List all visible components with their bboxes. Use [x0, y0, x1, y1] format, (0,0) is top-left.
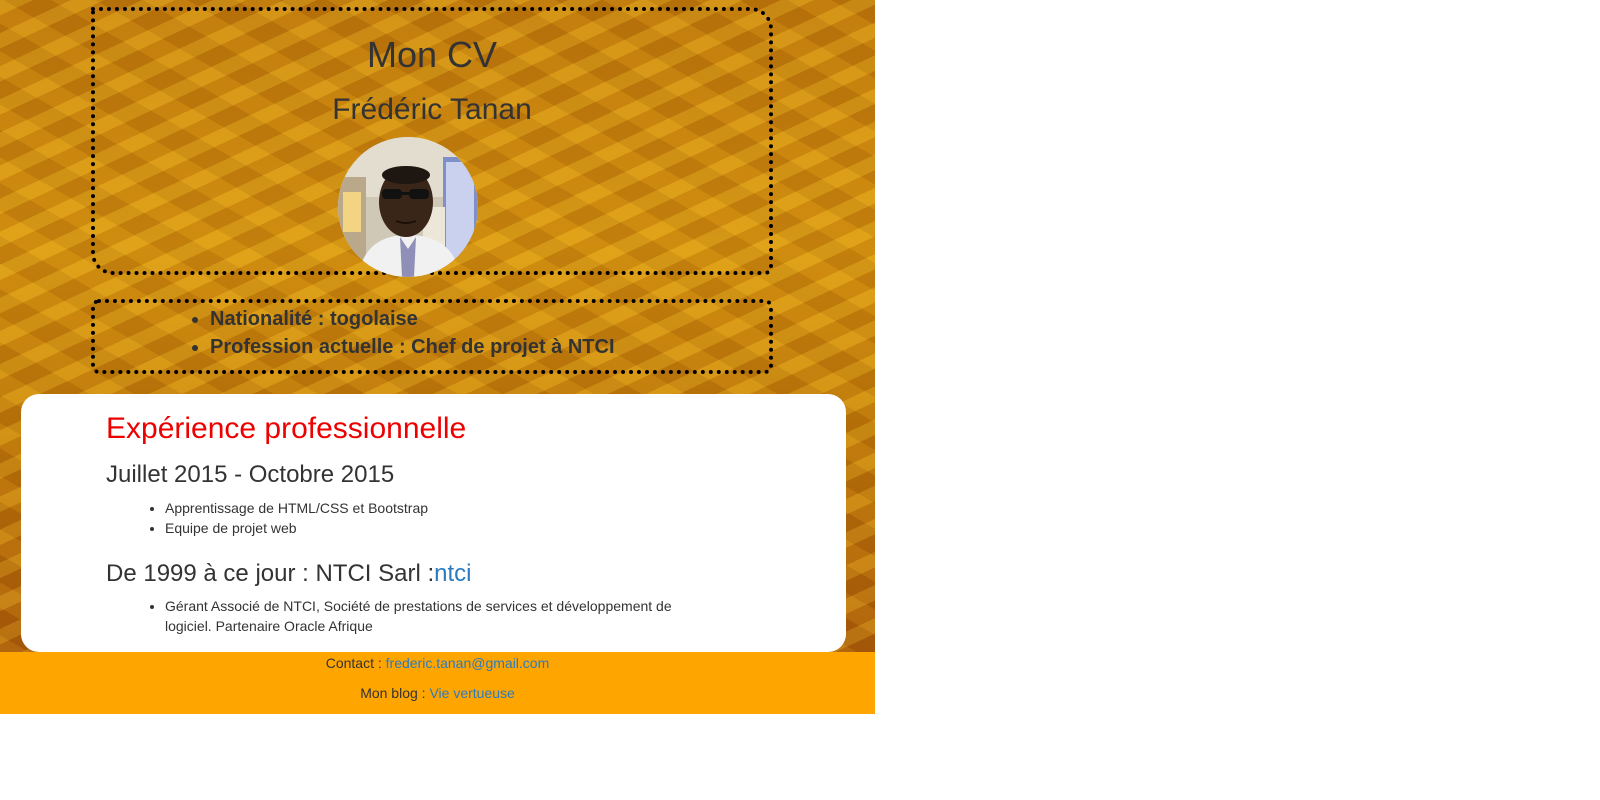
job-title-1-text: Juillet 2015 - Octobre 2015: [106, 461, 395, 488]
profession-item: Profession actuelle : Chef de projet à N…: [210, 333, 615, 361]
info-list: Nationalité : togolaise Profession actue…: [190, 305, 615, 361]
list-item: Equipe de projet web: [165, 518, 705, 538]
job-title-2-text: De 1999 à ce jour : NTCI Sarl :: [106, 560, 435, 587]
blog-line: Mon blog : Vie vertueuse: [0, 685, 875, 701]
person-name: Frédéric Tanan: [332, 93, 532, 126]
email-link[interactable]: frederic.tanan@gmail.com: [386, 655, 550, 671]
cv-page: Mon CV Frédéric Tanan • Nationalité: to…: [0, 0, 875, 714]
header-panel: Mon CV Frédéric Tanan: [91, 7, 773, 277]
list-item: Apprentissage de HTML/CSS et Bootstrap: [165, 498, 705, 518]
info-panel: Nationalité : togolaise Profession actue…: [91, 299, 773, 374]
nationality-item: Nationalité : togolaise: [210, 305, 615, 333]
job-2-list: Gérant Associé de NTCI, Société de prest…: [145, 596, 705, 636]
list-item: Gérant Associé de NTCI, Société de prest…: [165, 596, 705, 636]
ntci-link[interactable]: ntci: [434, 560, 471, 587]
experience-title: Expérience professionnelle: [106, 412, 467, 445]
blog-link[interactable]: Vie vertueuse: [429, 685, 514, 701]
profile-photo: [338, 137, 478, 277]
job-title-2: De 1999 à ce jour : NTCI Sarl :ntci: [106, 560, 472, 588]
contact-label: Contact :: [325, 655, 386, 671]
footer: Contact : frederic.tanan@gmail.com Mon b…: [0, 652, 875, 714]
experience-card: Expérience professionnelle Juillet 2015 …: [21, 394, 846, 652]
job-1-list: Apprentissage de HTML/CSS et Bootstrap E…: [145, 498, 705, 538]
avatar: [338, 137, 478, 277]
page-title: Mon CV: [366, 34, 498, 75]
blog-label: Mon blog :: [360, 685, 430, 701]
contact-line: Contact : frederic.tanan@gmail.com: [0, 655, 875, 671]
job-title-1: Juillet 2015 - Octobre 2015: [106, 461, 394, 489]
